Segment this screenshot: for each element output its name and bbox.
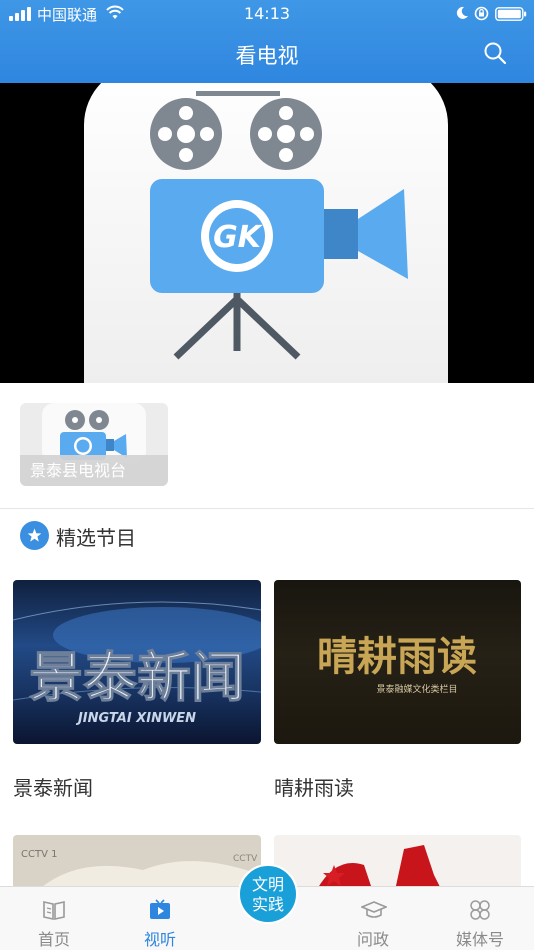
status-bar: 中国联通 14:13 (0, 0, 534, 28)
tab-inquiry[interactable]: 问政 (333, 887, 413, 950)
divider (0, 508, 534, 509)
tab-listen-watch[interactable]: 视听 (120, 887, 200, 950)
program-thumbnail: 晴耕雨读 景泰融媒文化类栏目 (274, 580, 521, 744)
section-title: 精选节目 (56, 526, 136, 550)
channel-label: 景泰县电视台 (20, 455, 168, 486)
program-card[interactable]: 景泰新闻 JINGTAI XINWEN 景泰新闻 (13, 580, 261, 800)
tab-label: 问政 (356, 930, 389, 949)
header: 中国联通 14:13 看电视 (0, 0, 534, 83)
search-icon[interactable] (483, 41, 507, 65)
tab-label: 视听 (143, 930, 176, 949)
tab-label: 媒体号 (455, 930, 504, 949)
tab-home[interactable]: 首页 (14, 887, 94, 950)
svg-text:景泰新闻: 景泰新闻 (29, 646, 245, 709)
svg-text:JINGTAI XINWEN: JINGTAI XINWEN (75, 711, 196, 726)
svg-text:晴耕雨读: 晴耕雨读 (317, 633, 477, 680)
center-button-line-1: 文明 (251, 875, 284, 894)
star-icon (20, 521, 49, 550)
tab-label: 首页 (37, 930, 70, 949)
tab-media-accounts[interactable]: 媒体号 (440, 887, 520, 950)
clover-icon (470, 900, 490, 920)
screen: 中国联通 14:13 看电视 GK 景泰县电视台 精选节目 景泰新闻 JINGT… (0, 0, 534, 950)
hero-banner[interactable]: GK (0, 83, 534, 383)
book-icon (43, 901, 65, 920)
svg-text:CCTV: CCTV (233, 854, 258, 864)
svg-text:CCTV 1: CCTV 1 (21, 849, 57, 860)
program-title: 晴耕雨读 (274, 776, 354, 800)
page-title: 看电视 (235, 44, 299, 68)
battery-icon (495, 7, 527, 21)
channel-logo-image (42, 403, 146, 463)
civilization-practice-button[interactable]: 文明 实践 (238, 864, 298, 924)
moon-icon (456, 6, 468, 19)
channel-card[interactable]: 景泰县电视台 (20, 403, 168, 486)
center-button-line-2: 实践 (251, 895, 284, 914)
svg-text:GK: GK (213, 220, 264, 255)
graduation-cap-icon (361, 901, 387, 918)
rotation-lock-icon (474, 6, 489, 21)
camera-logo-image: GK (84, 83, 448, 383)
program-card[interactable]: 晴耕雨读 景泰融媒文化类栏目 晴耕雨读 (274, 580, 521, 800)
program-title: 景泰新闻 (13, 776, 93, 800)
clock: 14:13 (243, 4, 291, 23)
svg-text:景泰融媒文化类栏目: 景泰融媒文化类栏目 (376, 683, 457, 695)
program-thumbnail: 景泰新闻 JINGTAI XINWEN (13, 580, 261, 744)
tv-play-icon (150, 899, 170, 919)
